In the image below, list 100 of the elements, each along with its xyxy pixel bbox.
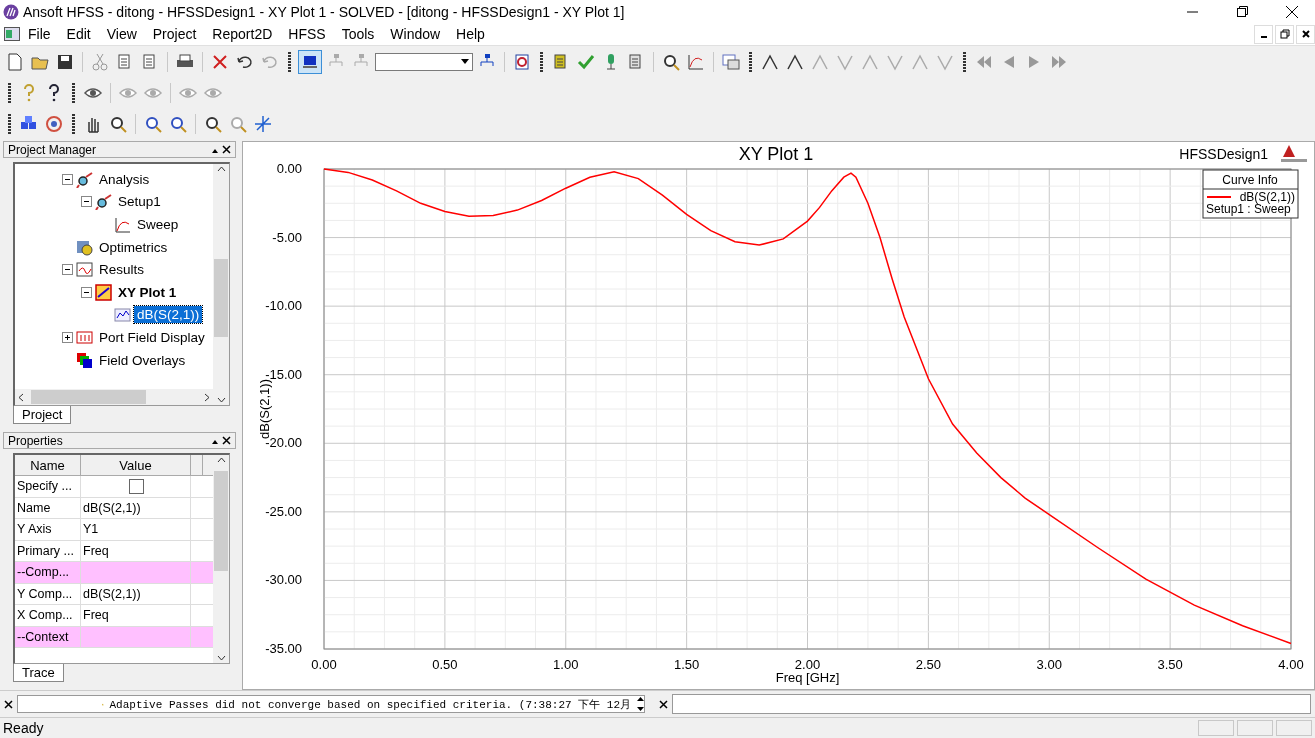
legend-label: dB(S(2,1)) [1239, 190, 1295, 204]
close-icon[interactable] [4, 699, 13, 709]
menu-item[interactable]: Report2D [204, 26, 281, 42]
tree-item[interactable]: Optimetrics [96, 238, 171, 256]
expand-toggle[interactable] [62, 331, 73, 343]
property-name: Y Axis [15, 519, 81, 540]
minimize-button[interactable] [1254, 24, 1273, 44]
message-text: Adaptive Passes did not converge based on specified criteria. (7:38:27 下午 12月 [109, 697, 631, 712]
y-tick-label: -10.00 [265, 298, 302, 314]
tree-item[interactable]: Sweep [134, 216, 182, 233]
spin-button[interactable] [637, 697, 644, 711]
menu-item[interactable]: View [98, 26, 145, 42]
magnifier-icon [76, 170, 93, 188]
close-icon[interactable] [222, 144, 231, 154]
legend-sub-label: Setup1 : Sweep [1206, 202, 1291, 216]
window-title: Ansoft HFSS - ditong - HFSSDesign1 - XY Plot 1 - SOLVED - [ditong - HFSSDesign1 - XY Plot 1] [23, 3, 626, 20]
menu-item[interactable]: Window [382, 26, 449, 42]
legend-title: Curve Info [1222, 173, 1278, 187]
property-name: X Comp... [15, 605, 81, 626]
menu-item[interactable]: Help [448, 26, 493, 42]
x-tick-label: 2.00 [794, 657, 821, 672]
property-value[interactable]: dB(S(2,1)) [81, 497, 191, 518]
menu-item[interactable]: File [20, 26, 59, 42]
x-tick-label: 3.00 [1036, 657, 1062, 672]
close-icon [1286, 5, 1298, 18]
panel-title: Project Manager [8, 142, 97, 157]
tree-item[interactable]: Analysis [96, 170, 153, 188]
document-icon[interactable] [4, 27, 20, 41]
y-tick-label: -5.00 [272, 229, 302, 245]
property-name: --Comp... [15, 562, 81, 583]
property-name: Primary ... [15, 540, 81, 561]
x-tick-label: 3.50 [1157, 657, 1183, 672]
up-arrow-icon [637, 697, 644, 701]
status-panel [1237, 720, 1273, 736]
property-value[interactable]: dB(S(2,1)) [81, 583, 191, 604]
property-name: Name [15, 497, 81, 518]
app-logo-icon [3, 3, 19, 20]
x-tick-label: 1.50 [673, 657, 700, 672]
close-button[interactable] [1296, 24, 1315, 44]
status-text: Ready [3, 720, 45, 736]
plot-title: XY Plot 1 [738, 144, 814, 164]
logo-icon [1281, 145, 1307, 162]
down-arrow-icon [637, 707, 644, 711]
close-icon [1301, 30, 1310, 38]
expand-toggle[interactable] [62, 264, 73, 276]
screen-icon[interactable] [298, 49, 322, 74]
expand-toggle[interactable] [62, 173, 73, 185]
magnifier-icon [95, 193, 112, 211]
x-tick-label: 4.00 [1278, 657, 1304, 672]
pin-icon[interactable] [210, 147, 219, 154]
y-tick-label: 0.00 [276, 161, 302, 176]
menu-item[interactable]: HFSS [280, 26, 334, 42]
x-tick-label: 0.00 [311, 657, 337, 672]
column-header[interactable]: Value [81, 455, 191, 475]
tree-item[interactable]: XY Plot 1 [115, 283, 180, 301]
checkbox[interactable] [129, 478, 144, 494]
menu-item[interactable]: Edit [58, 26, 99, 42]
trace-icon [114, 306, 131, 324]
y-tick-label: -30.00 [265, 572, 302, 588]
overlays-icon [76, 351, 93, 369]
property-value[interactable]: Y1 [81, 519, 191, 540]
close-icon[interactable] [659, 699, 668, 709]
tree-item[interactable]: Setup1 [115, 193, 164, 211]
x-tick-label: 0.50 [432, 657, 458, 672]
panel-title: Properties [8, 433, 63, 448]
restore-icon [1236, 6, 1248, 17]
property-name: Specify ... [15, 476, 81, 497]
graph-icon [114, 216, 131, 233]
property-value[interactable]: Freq [81, 605, 191, 626]
tree-item[interactable]: Field Overlays [96, 351, 189, 369]
y-tick-label: -25.00 [265, 503, 302, 519]
column-header[interactable]: Name [15, 455, 81, 475]
chart-icon [76, 261, 93, 279]
pin-icon[interactable] [210, 438, 219, 445]
status-panel [1276, 720, 1312, 736]
property-name: --Context [15, 626, 81, 647]
x-tick-label: 1.00 [553, 657, 579, 672]
panel-tab[interactable]: Trace [13, 664, 64, 682]
menu-item[interactable]: Tools [333, 26, 383, 42]
x-tick-label: 2.50 [915, 657, 942, 672]
restore-icon [1279, 29, 1290, 39]
close-icon[interactable] [222, 435, 231, 445]
x-axis-label: Freq [GHz] [775, 670, 840, 685]
tree-item[interactable]: Results [96, 261, 147, 279]
expand-toggle[interactable] [81, 196, 92, 208]
plus-icon [64, 333, 71, 341]
dropdown-field[interactable] [375, 52, 473, 71]
status-panel [1198, 720, 1234, 736]
design-name: HFSSDesign1 [1179, 146, 1268, 162]
property-value[interactable]: Freq [81, 540, 191, 561]
port-icon [76, 328, 93, 346]
chart-icon [95, 283, 112, 301]
menu-item[interactable]: Project [144, 26, 205, 42]
horizontal-scrollbar[interactable] [15, 389, 213, 405]
tree-item[interactable]: dB(S(2,1)) [134, 306, 203, 324]
tree-item[interactable]: Port Field Display [96, 328, 208, 346]
property-name: Y Comp... [15, 583, 81, 604]
panel-tab[interactable]: Project [13, 406, 72, 424]
expand-toggle[interactable] [81, 286, 92, 298]
restore-button[interactable] [1275, 24, 1294, 44]
